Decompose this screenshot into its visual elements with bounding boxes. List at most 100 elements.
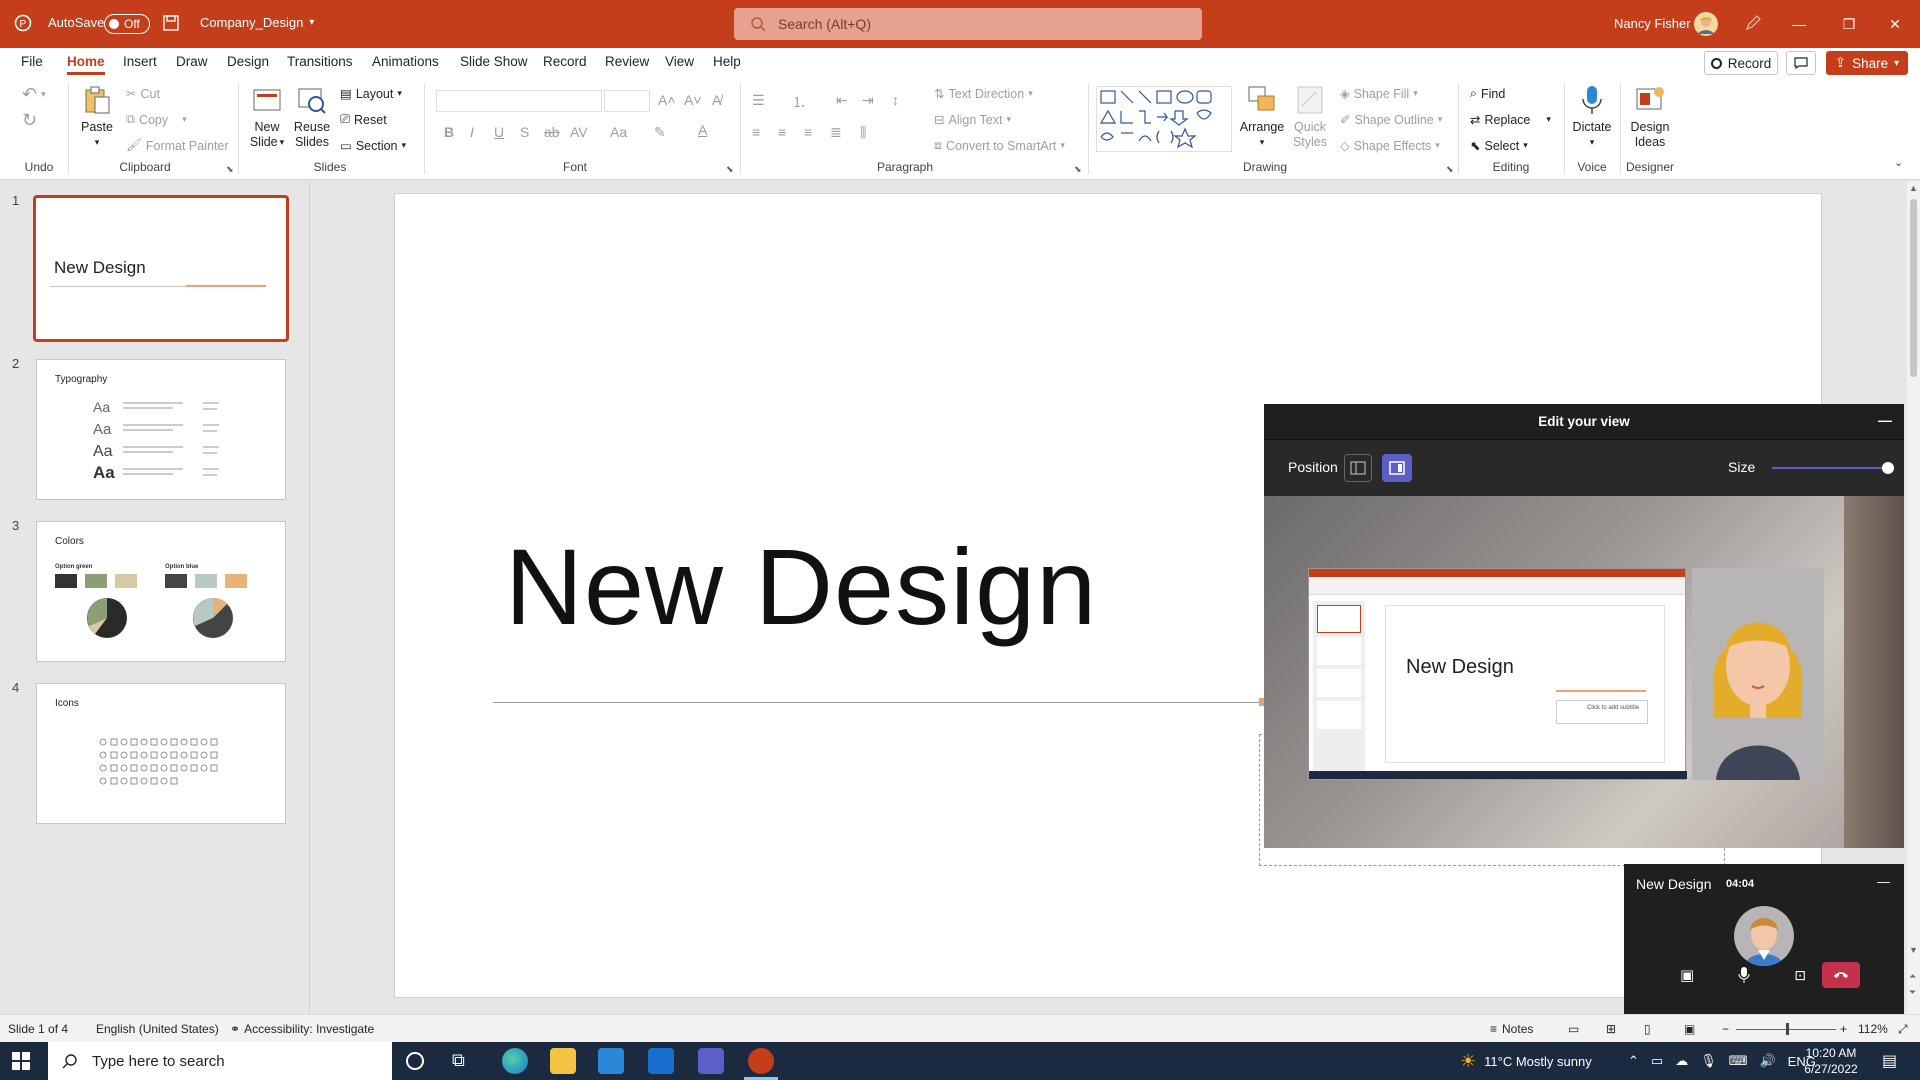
character-spacing-icon[interactable]: AV [570, 124, 588, 140]
tab-help[interactable]: Help [713, 54, 741, 69]
dialog-launcher-icon[interactable]: ⬊ [726, 164, 734, 175]
fit-to-window-icon[interactable]: ⤢ [1898, 1022, 1908, 1037]
convert-smartart-button[interactable]: ⧈ Convert to SmartArt ▾ [934, 138, 1065, 153]
tab-file[interactable]: File [21, 54, 43, 69]
arrange-button[interactable]: Arrange ▾ [1240, 84, 1284, 150]
shape-effects-button[interactable]: ◇ Shape Effects ▾ [1340, 138, 1440, 154]
taskbar-search[interactable]: Type here to search [48, 1042, 392, 1080]
tab-insert[interactable]: Insert [123, 54, 157, 69]
camera-icon[interactable]: ▣ [1680, 966, 1694, 984]
tab-animations[interactable]: Animations [372, 54, 439, 69]
position-side-by-side-button[interactable] [1344, 454, 1372, 482]
columns-icon[interactable]: ⫼ [860, 124, 866, 141]
share-button[interactable]: ⇪ Share ▾ [1826, 51, 1908, 75]
clock[interactable]: 10:20 AM 6/27/2022 [1796, 1045, 1866, 1077]
meet-now-icon[interactable]: ▭ [1651, 1053, 1663, 1069]
increase-font-icon[interactable]: A˄ [658, 92, 676, 108]
find-button[interactable]: ⌕ Find [1470, 86, 1505, 101]
redo-button[interactable]: ↻ [22, 110, 37, 131]
minimize-icon[interactable]: — [1878, 412, 1892, 428]
font-size-combo[interactable] [604, 90, 650, 112]
save-icon[interactable] [162, 14, 180, 32]
edge-icon[interactable] [502, 1048, 528, 1074]
dialog-launcher-icon[interactable]: ⬊ [226, 164, 234, 175]
undo-button[interactable]: ↶ ▾ [22, 84, 46, 105]
microsoft-store-icon[interactable] [598, 1048, 624, 1074]
minimize-icon[interactable]: — [1877, 874, 1890, 889]
zoom-slider-handle[interactable] [1786, 1023, 1789, 1035]
slide-thumbnail-2[interactable]: Typography Aa Aa Aa Aa [36, 359, 286, 500]
tab-slide-show[interactable]: Slide Show [460, 54, 528, 69]
pen-icon[interactable] [1744, 14, 1762, 32]
onedrive-icon[interactable]: ☁ [1675, 1053, 1688, 1069]
zoom-level[interactable]: 112% [1858, 1022, 1888, 1036]
align-left-icon[interactable]: ≡ [752, 124, 760, 140]
tab-transitions[interactable]: Transitions [287, 54, 353, 69]
line-spacing-icon[interactable]: ↕ [892, 92, 899, 108]
font-name-combo[interactable] [436, 90, 602, 112]
clear-format-icon[interactable]: A̸ [712, 92, 721, 108]
tab-record[interactable]: Record [543, 54, 587, 69]
highlight-icon[interactable]: ✎ [654, 124, 666, 141]
microphone-tray-icon[interactable]: 🎙 [1700, 1053, 1717, 1069]
next-slide-icon[interactable]: ⏷ [1909, 987, 1916, 998]
notifications-icon[interactable]: ▤ [1882, 1051, 1897, 1071]
start-button[interactable] [12, 1052, 30, 1073]
microphone-icon[interactable] [1738, 966, 1750, 984]
scrollbar-thumb[interactable] [1910, 199, 1917, 377]
weather-widget[interactable]: ☀ 11°C Mostly sunny [1460, 1042, 1592, 1080]
text-direction-button[interactable]: ⇅ Text Direction ▾ [934, 86, 1033, 102]
user-name[interactable]: Nancy Fisher [1614, 16, 1691, 31]
paste-button[interactable]: Paste ▾ [80, 84, 114, 150]
size-slider[interactable] [1772, 467, 1892, 469]
zoom-in-icon[interactable]: + [1840, 1022, 1847, 1036]
network-icon[interactable]: ⌨ [1729, 1053, 1748, 1069]
office-app-icon[interactable]: P [14, 14, 32, 32]
search-box[interactable]: Search (Alt+Q) [734, 8, 1202, 40]
position-overlay-button[interactable] [1382, 454, 1412, 482]
dialog-launcher-icon[interactable]: ⬊ [1074, 164, 1082, 175]
change-case-icon[interactable]: Aa [610, 124, 627, 140]
font-color-icon[interactable]: A [698, 122, 707, 138]
slide-thumbnail-1[interactable]: New Design [33, 195, 289, 342]
new-slide-button[interactable]: New Slide ▾ [248, 84, 286, 150]
record-button[interactable]: Record [1704, 51, 1778, 75]
shape-fill-button[interactable]: ◈ Shape Fill ▾ [1340, 86, 1418, 102]
reuse-slides-button[interactable]: Reuse Slides [292, 84, 332, 150]
slide-sorter-icon[interactable]: ⊞ [1606, 1022, 1616, 1036]
language-indicator[interactable]: English (United States) [96, 1022, 219, 1036]
dictate-button[interactable]: Dictate ▾ [1570, 84, 1614, 150]
tab-review[interactable]: Review [605, 54, 649, 69]
accessibility-checker[interactable]: ⚭ Accessibility: Investigate [230, 1022, 374, 1036]
restore-button[interactable]: ❐ [1824, 0, 1874, 48]
slide-title[interactable]: New Design [505, 524, 1097, 649]
reset-button[interactable]: ⎚ Reset [340, 112, 387, 127]
slide-thumbnail-3[interactable]: Colors Option green Option blue [36, 521, 286, 662]
align-text-button[interactable]: ⊟ Align Text ▾ [934, 112, 1011, 128]
volume-icon[interactable]: 🔊 [1759, 1053, 1775, 1069]
increase-indent-icon[interactable]: ⇥ [862, 92, 874, 109]
document-name[interactable]: Company_Design ▾ [200, 15, 314, 30]
tab-draw[interactable]: Draw [176, 54, 208, 69]
vertical-scrollbar[interactable]: ▲ ▼ ⏶ ⏷ [1907, 181, 1920, 1014]
scroll-down-icon[interactable]: ▼ [1909, 945, 1918, 955]
tab-view[interactable]: View [665, 54, 694, 69]
powerpoint-icon[interactable] [748, 1048, 774, 1074]
autosave-toggle[interactable]: Off [104, 14, 150, 34]
align-right-icon[interactable]: ≡ [804, 124, 812, 140]
share-screen-icon[interactable]: ⊡ [1794, 967, 1806, 984]
bold-icon[interactable]: B [444, 124, 454, 140]
minimize-button[interactable]: — [1774, 0, 1824, 48]
mail-icon[interactable] [648, 1048, 674, 1074]
teams-icon[interactable] [698, 1048, 724, 1074]
close-button[interactable]: ✕ [1870, 0, 1920, 48]
zoom-out-icon[interactable]: − [1722, 1022, 1729, 1036]
collapse-ribbon-icon[interactable]: ⌄ [1894, 156, 1903, 169]
notes-button[interactable]: ≡ Notes [1490, 1022, 1533, 1036]
slide-thumbnail-4[interactable]: Icons [36, 683, 286, 824]
format-painter-button[interactable]: 🖌 Format Painter [126, 138, 229, 153]
cortana-icon[interactable] [406, 1052, 424, 1070]
file-explorer-icon[interactable] [550, 1048, 576, 1074]
bullets-icon[interactable]: ☰ [752, 92, 765, 109]
decrease-font-icon[interactable]: A˅ [684, 92, 702, 108]
